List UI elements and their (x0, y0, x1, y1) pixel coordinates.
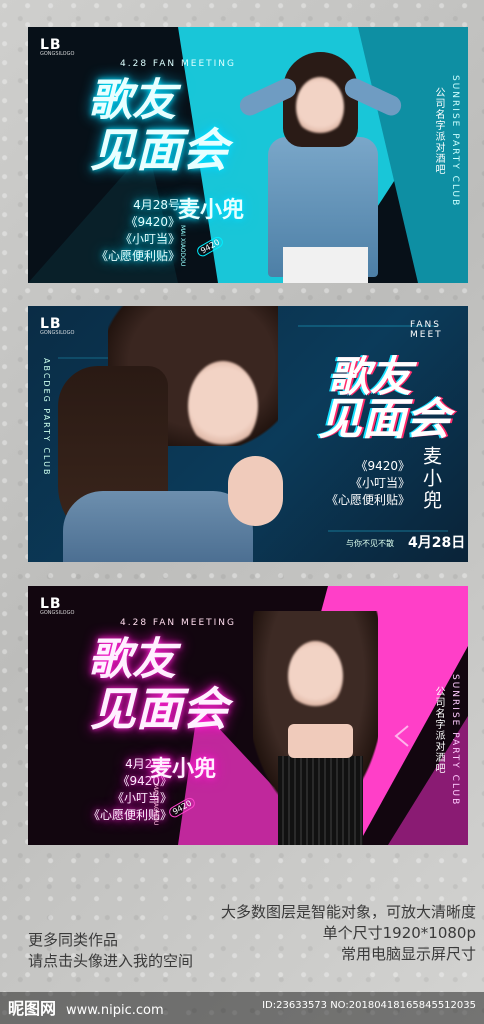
song-item: 《心愿便利贴》 (325, 493, 410, 507)
smart-object-note: 大多数图层是智能对象，可放大清晰度 单个尺寸1920*1080p 常用电脑显示屏… (220, 903, 476, 963)
title-line-1: 歌友 (88, 634, 176, 685)
logo: LB GONGSILOGO (40, 316, 75, 336)
title-line-2: 见面会 (90, 123, 228, 177)
title-line-1: 歌友 (88, 75, 176, 126)
side-chinese: 公司名字派对酒吧 (433, 686, 444, 774)
banner-pink-fan-meeting: LB GONGSILOGO 4.28 FAN MEETING 歌友 见面会 4月2… (28, 586, 468, 845)
artist-pinyin: MAI XIAODOU (179, 225, 186, 267)
artist-name: 麦小兜 (150, 757, 217, 782)
event-tag: 4.28 FAN MEETING (120, 59, 236, 69)
image-id: ID:23633573 NO:20180418165845512035 (262, 1000, 476, 1011)
song-item: 《小叮当》 (349, 476, 410, 490)
artist-pinyin: MAI XIAODOU (152, 784, 159, 826)
more-works-note: 更多同类作品 请点击头像进入我的空间 (28, 931, 194, 972)
song-list: 4月28号 《9420》 《小叮当》 《心愿便利贴》 (90, 197, 180, 265)
artist-name: 麦小兜 (178, 198, 245, 223)
singer-photo (243, 606, 393, 845)
song-item: 《心愿便利贴》 (95, 249, 180, 263)
fans-meet-tag: FANS MEET (410, 320, 443, 340)
song-item: 《小叮当》 (119, 232, 180, 246)
title-line-2: 见面会 (318, 394, 450, 445)
banner-navy-fans-meet: LB GONGSILOGO ABCDEG PARTY CLUB FANS MEET… (28, 306, 468, 562)
logo: LB GONGSILOGO (40, 37, 75, 57)
title-line-2: 见面会 (90, 682, 228, 736)
song-list: 《9420》 《小叮当》 《心愿便利贴》 (310, 458, 410, 509)
side-english: SUNRISE PARTY CLUB (450, 75, 460, 208)
profile-link[interactable]: 请点击头像进入我的空间 (28, 951, 193, 972)
site-brand[interactable]: 昵图网 www.nipic.com (8, 995, 164, 1019)
event-tag: 4.28 FAN MEETING (120, 618, 236, 628)
singer-profile-photo (38, 306, 308, 562)
logo: LB GONGSILOGO (40, 596, 75, 616)
song-item: 《9420》 (355, 459, 410, 473)
banner-cyan-fan-meeting: LB GONGSILOGO 4.28 FAN MEETING 歌友 见面会 4月2… (28, 27, 468, 283)
event-date: 4月28号 (133, 198, 180, 212)
artist-name: 麦小兜 (420, 446, 442, 512)
event-date: 4月28日 (408, 535, 466, 551)
song-item: 《9420》 (125, 215, 180, 229)
tagline: 与你不见不散 (346, 539, 394, 548)
side-chinese: 公司名字派对酒吧 (433, 87, 444, 175)
singer-photo (228, 47, 408, 283)
side-english: SUNRISE PARTY CLUB (450, 674, 460, 807)
title-line-1: 歌友 (328, 352, 413, 401)
side-english: ABCDEG PARTY CLUB (42, 358, 51, 477)
